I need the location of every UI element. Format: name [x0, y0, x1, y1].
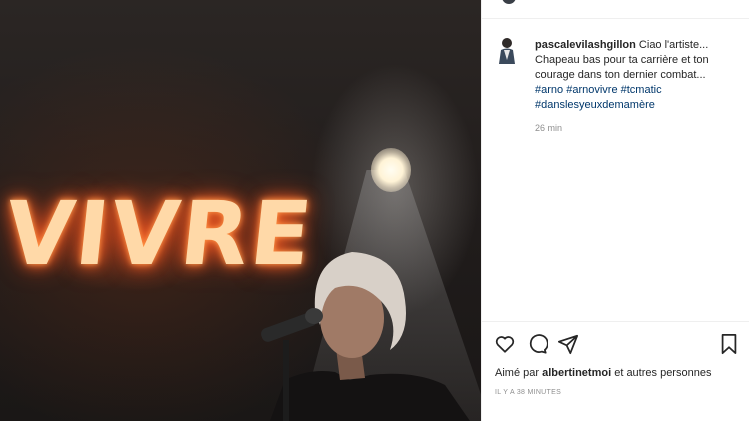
divider	[482, 321, 749, 322]
likes-suffix[interactable]: et autres personnes	[611, 367, 711, 379]
likes-summary: Aimé par albertinetmoi et autres personn…	[495, 367, 711, 379]
spotlight	[371, 148, 411, 192]
post-side-panel: pascalevilashgillon Ciao l'artiste... Ch…	[481, 0, 749, 421]
comment-time: 26 min	[535, 123, 563, 133]
divider	[482, 18, 749, 19]
hashtag-link[interactable]: #arnovivre	[566, 84, 617, 96]
bookmark-icon[interactable]	[719, 333, 739, 355]
hashtag-link[interactable]: #danslesyeuxdemamère	[535, 99, 655, 111]
comment-text-line1: Ciao l'artiste...	[635, 39, 709, 51]
comment-body: pascalevilashgillon Ciao l'artiste... Ch…	[535, 38, 745, 113]
comment-username[interactable]: pascalevilashgillon	[535, 39, 636, 51]
action-bar	[494, 333, 739, 355]
liker-username[interactable]: albertinetmoi	[542, 367, 611, 379]
commenter-avatar[interactable]	[495, 36, 519, 64]
singer-figure	[261, 252, 470, 421]
comment-icon[interactable]	[526, 333, 548, 355]
hashtag-link[interactable]: #tcmatic	[621, 84, 662, 96]
comment-text-line3: courage dans ton dernier combat...	[535, 69, 706, 81]
share-icon[interactable]	[557, 333, 579, 355]
likes-prefix: Aimé par	[495, 367, 543, 379]
comment-text-line2: Chapeau bas pour ta carrière et ton	[535, 54, 709, 66]
hashtag-link[interactable]: #arno	[535, 84, 563, 96]
author-avatar[interactable]	[502, 0, 516, 4]
post-timestamp: IL Y A 38 MINUTES	[495, 389, 562, 396]
post-photo[interactable]: VIVRE	[0, 0, 481, 421]
heart-icon[interactable]	[494, 333, 516, 355]
